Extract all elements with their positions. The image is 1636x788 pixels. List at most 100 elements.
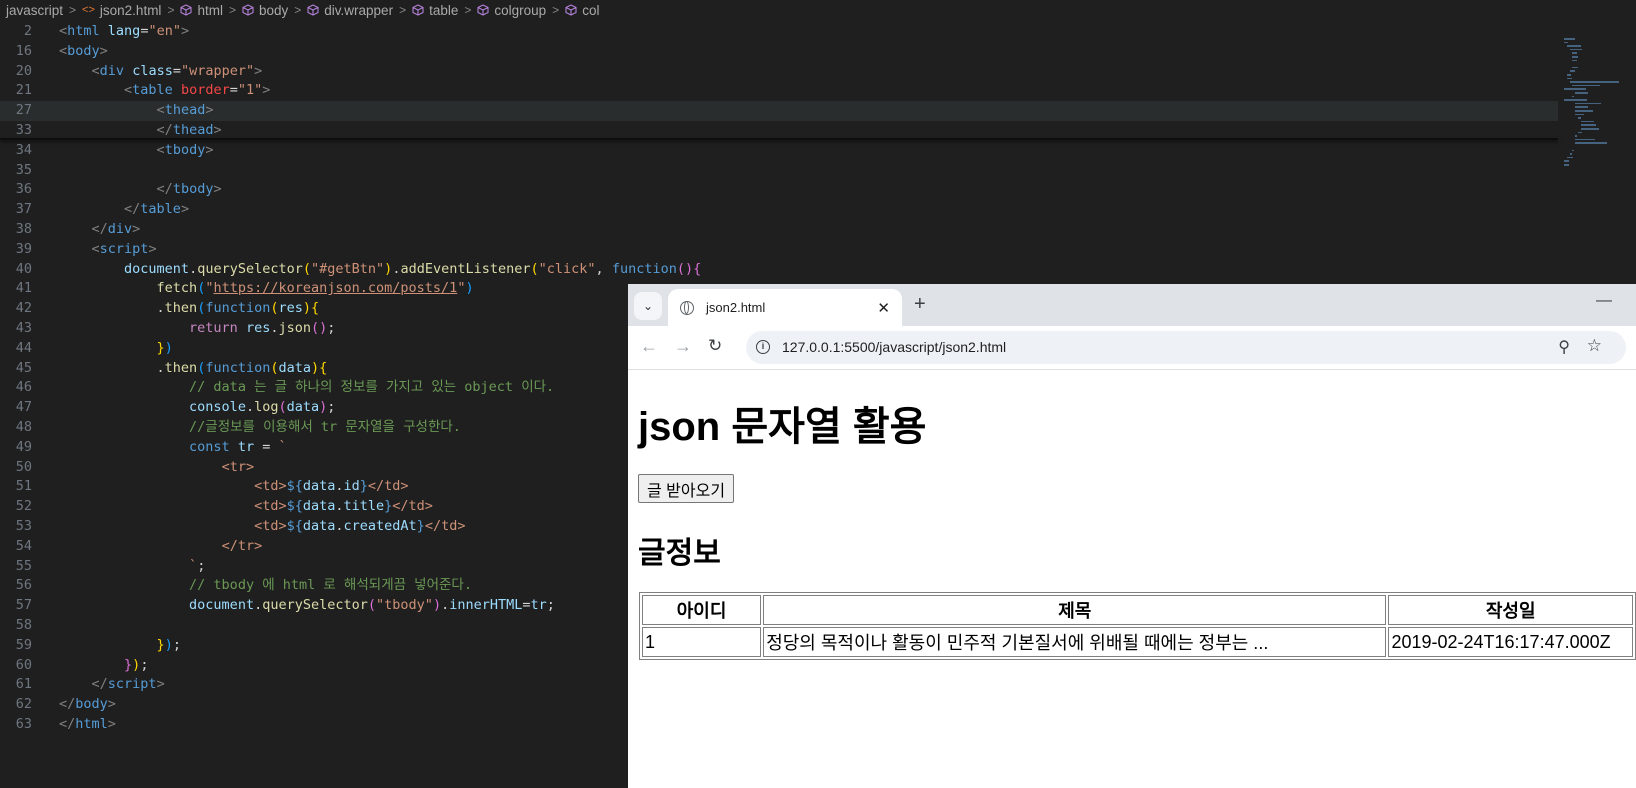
minimap-line bbox=[1564, 41, 1569, 44]
code-token: table bbox=[132, 82, 173, 99]
tab-search-button[interactable]: ⌄ bbox=[634, 292, 662, 320]
minimap-line bbox=[1572, 66, 1578, 69]
code-token: "tbody" bbox=[376, 597, 433, 614]
url-text[interactable]: 127.0.0.1:5500/javascript/json2.html bbox=[782, 339, 1006, 355]
address-bar[interactable]: i 127.0.0.1:5500/javascript/json2.html ⚲… bbox=[746, 331, 1626, 364]
code-token: ; bbox=[140, 656, 149, 673]
line-number: 57 bbox=[15, 597, 32, 614]
minimize-button[interactable]: — bbox=[1596, 292, 1612, 310]
code-token: ( bbox=[270, 359, 279, 376]
minimap-line bbox=[1575, 135, 1577, 137]
minimap[interactable] bbox=[1564, 38, 1634, 168]
line-number: 45 bbox=[15, 359, 32, 376]
breadcrumb-item[interactable]: table bbox=[412, 3, 458, 18]
code-token: . bbox=[270, 320, 279, 336]
code-text: }); bbox=[59, 636, 181, 656]
code-line[interactable]: 20 <div class="wrapper"> bbox=[0, 62, 1558, 82]
code-token: script bbox=[107, 676, 157, 693]
code-line[interactable]: 36 </tbody> bbox=[0, 180, 1558, 200]
breadcrumb-item[interactable]: col bbox=[565, 3, 599, 18]
code-token: ) bbox=[465, 280, 474, 297]
code-token: res bbox=[245, 320, 271, 336]
code-token: thead bbox=[172, 122, 214, 138]
close-icon[interactable]: ✕ bbox=[877, 299, 890, 317]
breadcrumb-item[interactable]: colgroup bbox=[477, 3, 546, 18]
breadcrumb-item[interactable]: body bbox=[242, 3, 288, 18]
code-token: "1" bbox=[237, 82, 263, 99]
code-token: > bbox=[213, 181, 222, 198]
table-header-row: 아이디 제목 작성일 bbox=[642, 595, 1633, 625]
code-token: ; bbox=[197, 557, 206, 574]
forward-arrow-icon[interactable]: → bbox=[674, 336, 692, 357]
code-token: createdAt bbox=[343, 518, 417, 534]
code-line[interactable]: 27 <thead> bbox=[0, 101, 1558, 121]
minimap-line bbox=[1564, 164, 1569, 166]
code-line[interactable]: 40 document.querySelector("#getBtn").add… bbox=[0, 260, 1558, 280]
zoom-icon[interactable]: ⚲ bbox=[1558, 337, 1570, 357]
code-line[interactable]: 33 </thead> bbox=[0, 121, 1558, 141]
code-token: < bbox=[91, 240, 100, 257]
code-token: </td> bbox=[367, 478, 409, 495]
breadcrumb-label: col bbox=[582, 2, 600, 18]
cell-id: 1 bbox=[642, 627, 762, 657]
line-number: 46 bbox=[15, 379, 32, 396]
get-posts-button[interactable]: 글 받아오기 bbox=[638, 474, 735, 503]
code-line[interactable]: 38 </div> bbox=[0, 220, 1558, 240]
code-token: { bbox=[319, 359, 328, 376]
code-token: . bbox=[59, 300, 165, 317]
code-line[interactable]: 39 <script> bbox=[0, 240, 1558, 260]
html-file-icon: <> bbox=[82, 4, 95, 16]
code-line[interactable]: 35 bbox=[0, 161, 1558, 181]
code-token: ( bbox=[530, 260, 539, 277]
code-token: </ bbox=[91, 676, 108, 693]
site-info-icon[interactable]: i bbox=[756, 340, 770, 354]
line-number: 58 bbox=[15, 617, 32, 633]
new-tab-button[interactable]: + bbox=[914, 294, 926, 314]
breadcrumb: javascript > <> json2.html > html > body > div.wr… bbox=[0, 0, 1636, 20]
breadcrumb-item[interactable]: html bbox=[180, 3, 223, 18]
breadcrumb-item[interactable]: <> json2.html bbox=[82, 3, 161, 18]
minimap-line bbox=[1580, 124, 1597, 126]
code-line[interactable]: 34 <tbody> bbox=[0, 141, 1558, 161]
symbol-cube-icon bbox=[565, 4, 577, 16]
code-line[interactable]: 2 <html lang="en"> bbox=[0, 22, 1558, 42]
code-text: `; bbox=[59, 557, 205, 577]
code-line[interactable]: 16 <body> bbox=[0, 42, 1558, 62]
code-token: border bbox=[180, 82, 230, 99]
tab-title: json2.html bbox=[706, 300, 766, 315]
line-number: 42 bbox=[15, 300, 32, 317]
line-number: 53 bbox=[15, 518, 32, 534]
minimap-line bbox=[1580, 120, 1595, 123]
bookmark-star-icon[interactable]: ☆ bbox=[1587, 336, 1602, 356]
code-line[interactable]: 37 </table> bbox=[0, 200, 1558, 220]
code-line[interactable]: 21 <table border="1"> bbox=[0, 81, 1558, 101]
code-token: = bbox=[172, 62, 181, 79]
code-token: json bbox=[278, 320, 312, 336]
code-token: innerHTML bbox=[449, 597, 523, 614]
browser-tab[interactable]: json2.html ✕ bbox=[668, 289, 902, 326]
code-token: > bbox=[254, 62, 263, 79]
line-number: 27 bbox=[15, 102, 32, 119]
code-token: data bbox=[286, 399, 320, 416]
code-token: ; bbox=[172, 636, 181, 653]
section-title: 글정보 bbox=[638, 537, 721, 570]
code-token: data bbox=[302, 518, 336, 534]
code-token: () bbox=[311, 320, 328, 336]
code-token: data bbox=[302, 498, 336, 515]
breadcrumb-item[interactable]: div.wrapper bbox=[307, 3, 393, 18]
code-token: < bbox=[124, 82, 133, 99]
breadcrumb-item[interactable]: javascript bbox=[6, 3, 63, 18]
code-token: { bbox=[693, 260, 702, 277]
code-token: . bbox=[335, 498, 344, 515]
code-token: html bbox=[75, 716, 108, 732]
back-arrow-icon[interactable]: ← bbox=[640, 336, 658, 357]
line-number: 44 bbox=[15, 339, 32, 356]
reload-icon[interactable]: ↻ bbox=[708, 336, 722, 356]
breadcrumb-separator-icon: > bbox=[69, 3, 77, 17]
